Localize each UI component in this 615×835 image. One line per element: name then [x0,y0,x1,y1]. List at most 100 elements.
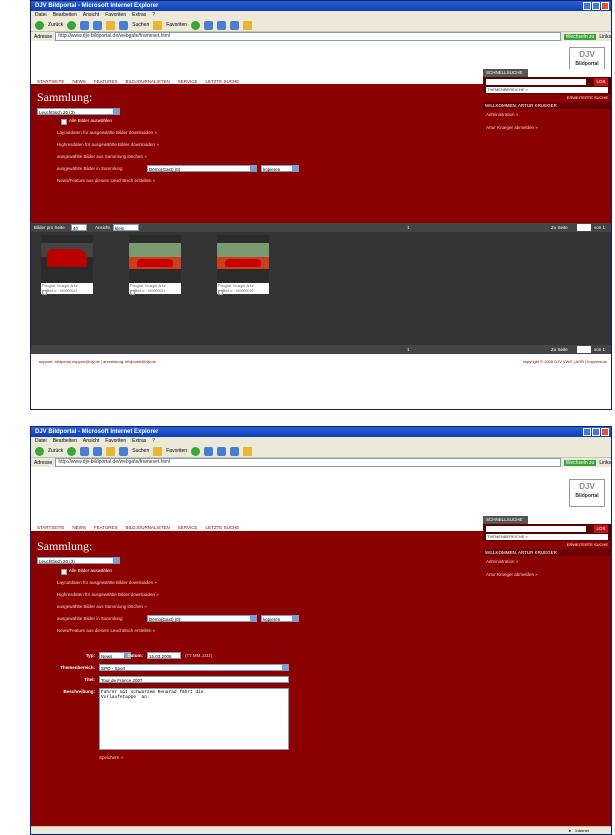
thumbnail-checkbox[interactable] [42,290,47,295]
goto-page-input[interactable] [577,224,591,231]
thumbnail-image[interactable] [41,235,93,283]
close-button[interactable] [601,428,609,436]
edit-icon[interactable] [243,446,253,456]
thumbnail-checkbox[interactable] [130,290,135,295]
home-icon[interactable] [106,446,116,456]
print-icon[interactable] [230,20,240,30]
back-icon[interactable] [35,446,44,456]
search-input[interactable] [486,79,586,85]
menu-bearbeiten[interactable]: Bearbeiten [53,11,77,19]
per-page-select[interactable]: 40 [71,224,87,231]
home-icon[interactable] [106,20,116,30]
go-button[interactable]: Wechseln zu [563,33,597,40]
menu-ansicht[interactable]: Ansicht [83,11,99,19]
save-link[interactable]: Speichern » [99,755,123,760]
search-label[interactable]: Suchen [132,448,149,454]
print-icon[interactable] [230,446,240,456]
stop-icon[interactable] [80,446,90,456]
themen-select[interactable]: THEMENBEREICHE » [486,87,608,93]
address-input[interactable]: http://www.djv-bildportal.de/webgate/fra… [55,458,561,467]
menu-extras[interactable]: Extras [132,437,146,445]
layout-download-link[interactable]: Layoutdaten für ausgewählte Bilder downl… [57,580,157,585]
close-button[interactable] [601,2,609,10]
links-label[interactable]: Links [599,460,611,466]
extended-search-link[interactable]: ERWEITERTE SUCHE [483,541,611,549]
titel-input[interactable]: Tour de France 2007 [99,676,289,683]
leuchttisch-select[interactable]: Leuchttisch 20 (3) [37,557,120,564]
datum-input[interactable]: 15.03.2006 [147,652,181,659]
create-news-link[interactable]: News/Feature aus diesem Leuchttisch erst… [57,628,155,633]
copy-mode-select[interactable]: kopieren [261,615,299,622]
menu-ansicht[interactable]: Ansicht [83,437,99,445]
history-icon[interactable] [204,446,214,456]
history-icon[interactable] [204,20,214,30]
back-label[interactable]: Zurück [48,448,63,454]
favorites-label[interactable]: Favoriten [166,22,187,28]
menu-help[interactable]: ? [152,437,155,445]
media-icon[interactable] [191,20,201,30]
menu-datei[interactable]: Datei [35,437,47,445]
favorites-label[interactable]: Favoriten [166,448,187,454]
thumbnail-image[interactable] [129,235,181,283]
menu-extras[interactable]: Extras [132,11,146,19]
layout-download-link[interactable]: Layoutdaten für ausgewählte Bilder downl… [57,130,157,135]
favorites-icon[interactable] [153,446,163,456]
stop-icon[interactable] [80,20,90,30]
thumbnail-card[interactable]: Fotograf: Krueger Artur Bild-n. : 000000… [41,235,93,295]
delete-link[interactable]: ausgewählte Bilder aus Sammlung löschen … [57,604,147,609]
maximize-button[interactable] [592,2,600,10]
thumbnail-card[interactable]: Fotograf: Krueger Artur Bild-n. : 000000… [217,235,269,295]
forward-icon[interactable] [67,20,77,30]
mail-icon[interactable] [217,20,227,30]
thumbnail-image[interactable] [217,235,269,283]
back-label[interactable]: Zurück [48,22,63,28]
menu-datei[interactable]: Datei [35,11,47,19]
address-input[interactable]: http://www.djv-bildportal.de/webgate/fra… [55,32,561,41]
forward-icon[interactable] [67,446,77,456]
menu-favoriten[interactable]: Favoriten [105,11,126,19]
back-icon[interactable] [35,20,44,30]
admin-link[interactable]: Administration » [486,559,608,564]
minimize-button[interactable] [583,428,591,436]
search-button[interactable]: LOS [594,525,608,533]
admin-link[interactable]: Administration » [486,112,608,117]
menu-bearbeiten[interactable]: Bearbeiten [53,437,77,445]
thumbnail-checkbox[interactable] [218,290,223,295]
search-label[interactable]: Suchen [132,22,149,28]
go-button[interactable]: Wechseln zu [563,459,597,466]
view-select[interactable]: klein [113,224,139,231]
logout-link[interactable]: Artur Krueger abmelden » [486,572,608,577]
menu-favoriten[interactable]: Favoriten [105,437,126,445]
tab-schnellsuche[interactable]: SCHNELLSUCHE [483,69,528,77]
menu-help[interactable]: ? [152,11,155,19]
collection-target-select[interactable]: Demo(Gast) (0) [147,165,257,172]
highres-download-link[interactable]: Highresdaten für ausgewählte Bilder down… [57,142,159,147]
create-news-link[interactable]: News/Feature aus diesem Leuchttisch erst… [57,178,155,183]
maximize-button[interactable] [592,428,600,436]
favorites-icon[interactable] [153,20,163,30]
links-label[interactable]: Links [599,34,611,40]
thumbnail-card[interactable]: Fotograf: Krueger Artur Bild-n. : 000000… [129,235,181,295]
media-icon[interactable] [191,446,201,456]
footer-copyright[interactable]: copyright © 2005 DJV VWG | AGB | Impress… [523,359,607,364]
djv-logo[interactable]: DJV Bildportal [569,479,605,507]
refresh-icon[interactable] [93,446,103,456]
goto-page-input[interactable] [577,346,591,353]
leuchttisch-select[interactable]: Leuchttisch 20 (3) [37,108,120,115]
search-icon[interactable] [119,446,129,456]
highres-download-link[interactable]: Highresdaten für ausgewählte Bilder down… [57,592,159,597]
themenbereich-select[interactable]: SPO - Sport [99,664,289,671]
minimize-button[interactable] [583,2,591,10]
themen-select[interactable]: THEMENBEREICHE » [486,534,608,540]
collection-target-select[interactable]: Demo(Gast) (0) [147,615,257,622]
select-all-checkbox[interactable] [61,569,67,575]
select-all-checkbox[interactable] [61,119,67,125]
refresh-icon[interactable] [93,20,103,30]
beschreibung-textarea[interactable]: Fahrer mit schwarzem Renarad fährt die V… [99,688,289,750]
search-button[interactable]: LOS [594,78,608,86]
tab-schnellsuche[interactable]: SCHNELLSUCHE [483,516,528,524]
delete-link[interactable]: ausgewählte Bilder aus Sammlung löschen … [57,154,147,159]
mail-icon[interactable] [217,446,227,456]
copy-mode-select[interactable]: kopieren [261,165,299,172]
footer-contact[interactable]: support: bildportal-support@djv.de | anm… [39,359,156,364]
